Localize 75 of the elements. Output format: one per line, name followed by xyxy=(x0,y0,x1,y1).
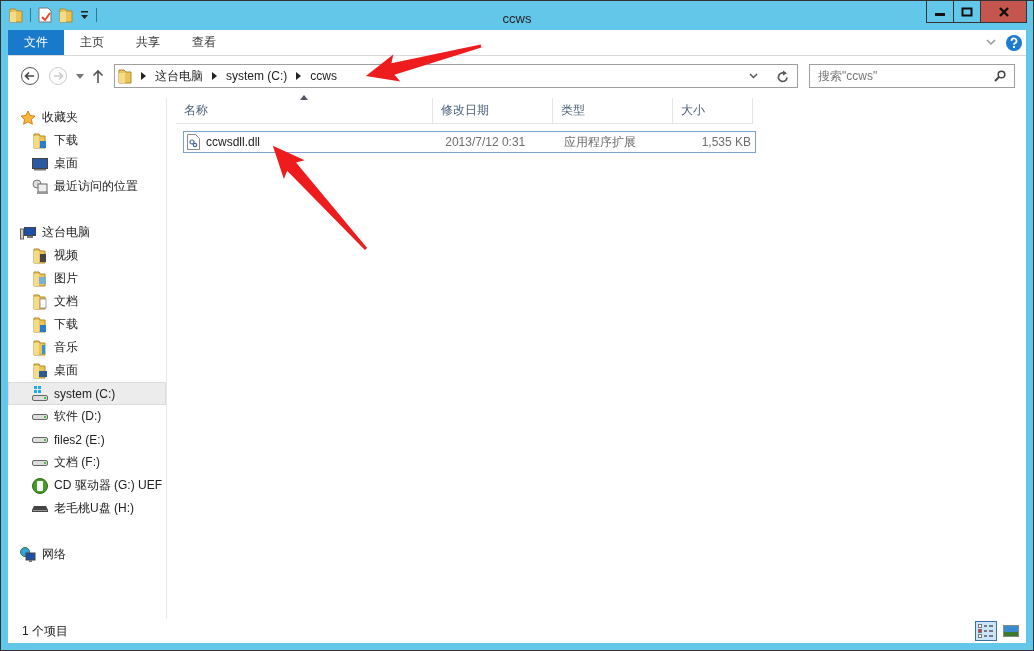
search-icon[interactable] xyxy=(994,70,1006,82)
folder-icon xyxy=(118,68,132,84)
navigation-item[interactable]: 网络 xyxy=(8,543,166,566)
close-button[interactable] xyxy=(981,1,1026,22)
navigation-item[interactable]: 视频 xyxy=(8,244,166,267)
table-cell-text: 1,535 KB xyxy=(700,135,752,149)
folder-icon xyxy=(32,293,48,310)
network-icon xyxy=(20,546,36,563)
column-header[interactable]: 大小 xyxy=(673,98,753,123)
cd-drive-icon xyxy=(32,477,48,494)
minimize-icon xyxy=(935,13,945,16)
maximize-icon xyxy=(961,6,973,17)
navigation-item[interactable]: 图片 xyxy=(8,267,166,290)
ribbon-tab[interactable]: 共享 xyxy=(120,30,176,55)
ribbon-tab[interactable]: 主页 xyxy=(64,30,120,55)
recent-locations-icon[interactable] xyxy=(76,73,84,79)
folder-icon xyxy=(32,362,48,379)
refresh-icon[interactable] xyxy=(777,69,789,83)
drive-icon xyxy=(32,412,48,421)
navigation-item[interactable]: 最近访问的位置 xyxy=(8,175,166,198)
window-title: ccws xyxy=(501,11,533,26)
table-cell-text: 2013/7/12 0:31 xyxy=(444,135,527,149)
table-cell-text: 应用程序扩展 xyxy=(563,133,637,151)
file-name: ccwsdll.dll xyxy=(206,135,260,149)
close-icon xyxy=(997,6,1010,17)
up-arrow-icon[interactable] xyxy=(92,69,104,83)
address-bar[interactable]: 这台电脑 system (C:) ccws xyxy=(114,64,798,88)
back-icon[interactable] xyxy=(20,66,40,86)
folder-icon xyxy=(32,270,48,287)
star-icon xyxy=(20,109,36,126)
navigation-item[interactable]: CD 驱动器 (G:) UEF xyxy=(8,474,166,497)
navigation-item[interactable]: 桌面 xyxy=(8,152,166,175)
folder-icon xyxy=(32,339,48,356)
ribbon-tab[interactable]: 查看 xyxy=(176,30,232,55)
chevron-down-icon[interactable] xyxy=(749,73,758,79)
sort-ascending-icon xyxy=(300,95,308,100)
navigation-item[interactable]: 文档 xyxy=(8,290,166,313)
search-field[interactable]: 搜索"ccws" xyxy=(809,64,1015,88)
chevron-right-icon[interactable] xyxy=(141,72,146,80)
navigation-item[interactable]: 文档 (F:) xyxy=(8,451,166,474)
navigation-item[interactable]: system (C:) xyxy=(8,382,166,405)
file-tab[interactable]: 文件 xyxy=(8,30,64,55)
column-header[interactable]: 名称 xyxy=(176,98,433,123)
breadcrumb-item[interactable]: ccws xyxy=(310,69,337,83)
navigation-item[interactable]: 下载 xyxy=(8,313,166,336)
navigation-item[interactable]: files2 (E:) xyxy=(8,428,166,451)
usb-drive-icon xyxy=(32,504,48,513)
chevron-right-icon[interactable] xyxy=(296,72,302,80)
navigation-item[interactable]: 音乐 xyxy=(8,336,166,359)
navigation-item[interactable]: 桌面 xyxy=(8,359,166,382)
navigation-item[interactable]: 下载 xyxy=(8,129,166,152)
help-icon[interactable] xyxy=(1006,34,1022,51)
item-count: 1 个项目 xyxy=(22,622,68,640)
monitor-icon xyxy=(32,156,48,171)
column-header[interactable]: 类型 xyxy=(553,98,673,123)
computer-icon xyxy=(20,224,36,241)
drive-icon xyxy=(32,458,48,467)
chevron-right-icon[interactable] xyxy=(212,72,217,80)
navigation-item[interactable]: 老毛桃U盘 (H:) xyxy=(8,497,166,520)
drive-icon xyxy=(32,435,48,444)
navigation-item[interactable]: 收藏夹 xyxy=(8,106,166,129)
recent-places-icon xyxy=(32,178,48,195)
dll-file-icon xyxy=(187,134,200,150)
details-view-button[interactable] xyxy=(975,621,997,641)
column-header[interactable]: 修改日期 xyxy=(433,98,553,123)
navigation-item[interactable]: 软件 (D:) xyxy=(8,405,166,428)
breadcrumb-item[interactable]: 这台电脑 xyxy=(155,67,203,85)
system-drive-icon xyxy=(32,385,48,402)
folder-icon xyxy=(32,247,48,264)
breadcrumb-item[interactable]: system (C:) xyxy=(226,69,288,83)
dropdown-icon[interactable] xyxy=(80,10,89,20)
file-row[interactable]: ccwsdll.dll 2013/7/12 0:31 应用程序扩展 1,535 KB xyxy=(183,131,756,153)
folder-icon xyxy=(32,132,48,149)
navigation-item[interactable]: 这台电脑 xyxy=(8,221,166,244)
folder-icon xyxy=(32,316,48,333)
